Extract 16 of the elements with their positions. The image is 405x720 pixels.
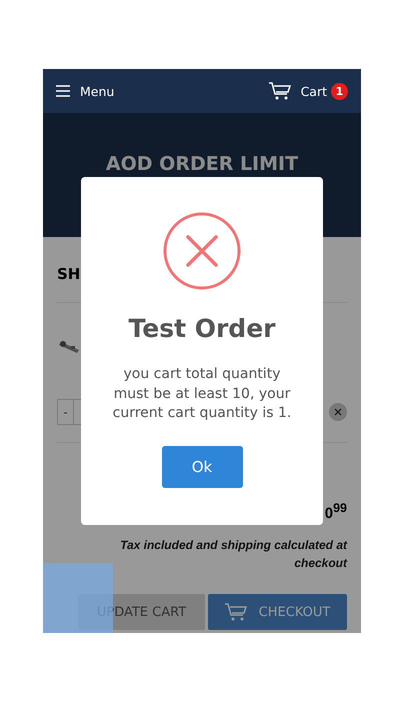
remove-icon[interactable] — [329, 403, 347, 421]
menu-icon — [56, 85, 70, 97]
subtotal-price: 0$^{99}$ — [324, 501, 347, 522]
cart-icon — [224, 603, 247, 621]
menu-button[interactable]: Menu — [56, 84, 114, 98]
cart-count-badge: 1 — [331, 82, 348, 100]
error-icon — [163, 212, 241, 290]
decrease-button[interactable]: - — [57, 399, 74, 425]
cart-button[interactable]: Cart 1 — [268, 82, 348, 100]
ok-button[interactable]: Ok — [162, 446, 242, 488]
tax-note: Tax included and shipping calculated at checkout — [119, 537, 347, 572]
dialog-message: you cart total quantity must be at least 10, your current cart quantity is 1. — [112, 365, 292, 423]
dialog-title: Test Order — [128, 314, 276, 343]
cart-icon — [268, 82, 291, 100]
page-title: AOD ORDER LIMIT — [106, 153, 298, 177]
cart-heading: SH — [57, 265, 80, 285]
